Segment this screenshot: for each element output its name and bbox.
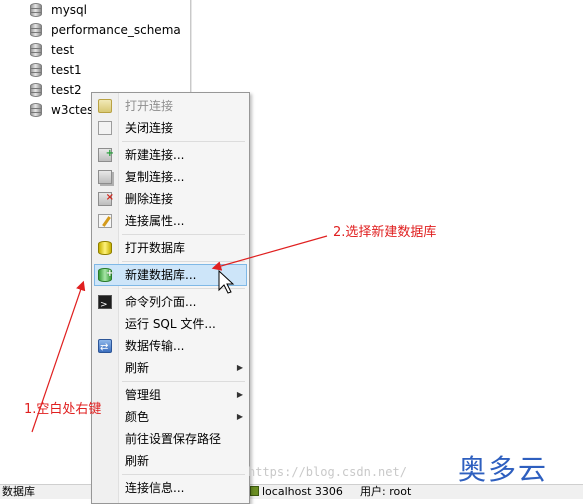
- connection-properties-icon: [98, 214, 112, 228]
- menu-item-label: 颜色: [125, 410, 150, 424]
- menu-item[interactable]: 打开数据库: [92, 237, 249, 259]
- menu-separator: [122, 288, 245, 289]
- menu-item-label: 关闭连接: [125, 121, 174, 135]
- menu-item[interactable]: 关闭连接: [92, 117, 249, 139]
- tree-item-database[interactable]: performance_schema: [30, 20, 181, 40]
- status-connection-text: localhost 3306: [262, 485, 343, 498]
- menu-item[interactable]: 刷新: [92, 450, 249, 472]
- tree-item-database[interactable]: test: [30, 40, 74, 60]
- tree-item-label: performance_schema: [51, 23, 181, 37]
- menu-separator: [122, 381, 245, 382]
- tree-item-database[interactable]: mysql: [30, 0, 87, 20]
- status-user: 用户: root: [360, 485, 412, 498]
- brand-logo: 奥多云: [458, 453, 549, 486]
- menu-item-label: 刷新: [125, 454, 150, 468]
- menu-separator: [122, 261, 245, 262]
- tree-item-label: w3ctes: [51, 103, 94, 117]
- tree-item-label: mysql: [51, 3, 87, 17]
- menu-separator: [122, 141, 245, 142]
- menu-item[interactable]: 新建连接...: [92, 143, 249, 166]
- menu-item-label: 运行 SQL 文件...: [125, 317, 216, 331]
- menu-item-label: 打开数据库: [125, 241, 186, 255]
- database-icon: [30, 103, 42, 117]
- menu-item[interactable]: 颜色 ▶: [92, 406, 249, 428]
- menu-item-label: 刷新: [125, 361, 150, 375]
- menu-item[interactable]: 数据传输...: [92, 335, 249, 359]
- new-connection-icon: [98, 143, 114, 165]
- tree-item-database[interactable]: w3ctes: [30, 100, 93, 120]
- database-icon: [30, 63, 42, 77]
- data-transfer-icon: [98, 337, 112, 359]
- tree-item-database[interactable]: test1: [30, 60, 82, 80]
- connection-icon: [250, 486, 259, 496]
- open-database-icon: [98, 241, 112, 255]
- database-icon: [30, 43, 42, 57]
- menu-item-label: 数据传输...: [125, 339, 185, 353]
- menu-item[interactable]: 前往设置保存路径: [92, 428, 249, 450]
- database-icon: [30, 3, 42, 17]
- menu-item-label: 命令列介面...: [125, 295, 197, 309]
- menu-item-label: 管理组: [125, 388, 162, 402]
- context-menu: 打开连接关闭连接新建连接... 复制连接... 删除连接连接属性... 打开数据库新建…: [91, 92, 250, 504]
- status-connection: localhost 3306: [250, 485, 343, 499]
- submenu-arrow-icon: ▶: [236, 412, 243, 421]
- status-database-label: 数据库: [2, 485, 35, 498]
- database-icon: [30, 83, 42, 97]
- menu-item[interactable]: 连接信息...: [92, 477, 249, 499]
- close-connection-icon: [98, 121, 112, 135]
- new-database-icon: [98, 263, 114, 285]
- database-icon: [30, 23, 42, 37]
- menu-item-label: 前往设置保存路径: [125, 432, 222, 446]
- menu-separator: [122, 474, 245, 475]
- open-connection-icon: [98, 99, 112, 113]
- menu-item-label: 新建数据库...: [125, 268, 197, 282]
- menu-item-label: 删除连接: [125, 192, 174, 206]
- tree-item-label: test: [51, 43, 75, 57]
- delete-connection-icon: [98, 187, 114, 209]
- menu-item[interactable]: 新建数据库...: [94, 263, 247, 286]
- menu-item[interactable]: 连接属性...: [92, 210, 249, 232]
- watermark-text: https://blog.csdn.net/: [248, 465, 407, 479]
- tree-item-label: test1: [51, 63, 82, 77]
- tree-item-label: test2: [51, 83, 82, 97]
- submenu-arrow-icon: ▶: [236, 390, 243, 399]
- menu-separator: [122, 234, 245, 235]
- menu-item[interactable]: 管理组 ▶: [92, 384, 249, 406]
- copy-connection-icon: [98, 170, 112, 184]
- menu-item[interactable]: 运行 SQL 文件...: [92, 313, 249, 335]
- menu-item-label: 新建连接...: [125, 148, 185, 162]
- menu-item: 打开连接: [92, 95, 249, 117]
- menu-item[interactable]: 复制连接...: [92, 166, 249, 188]
- menu-item-label: 复制连接...: [125, 170, 185, 184]
- menu-item-label: 连接信息...: [125, 481, 185, 495]
- menu-item[interactable]: 刷新 ▶: [92, 357, 249, 379]
- console-icon: [98, 294, 112, 316]
- menu-item[interactable]: 删除连接: [92, 187, 249, 210]
- menu-item-label: 连接属性...: [125, 214, 185, 228]
- submenu-arrow-icon: ▶: [236, 363, 243, 372]
- menu-item-label: 打开连接: [125, 99, 174, 113]
- menu-item[interactable]: 命令列介面...: [92, 291, 249, 316]
- tree-item-database[interactable]: test2: [30, 80, 82, 100]
